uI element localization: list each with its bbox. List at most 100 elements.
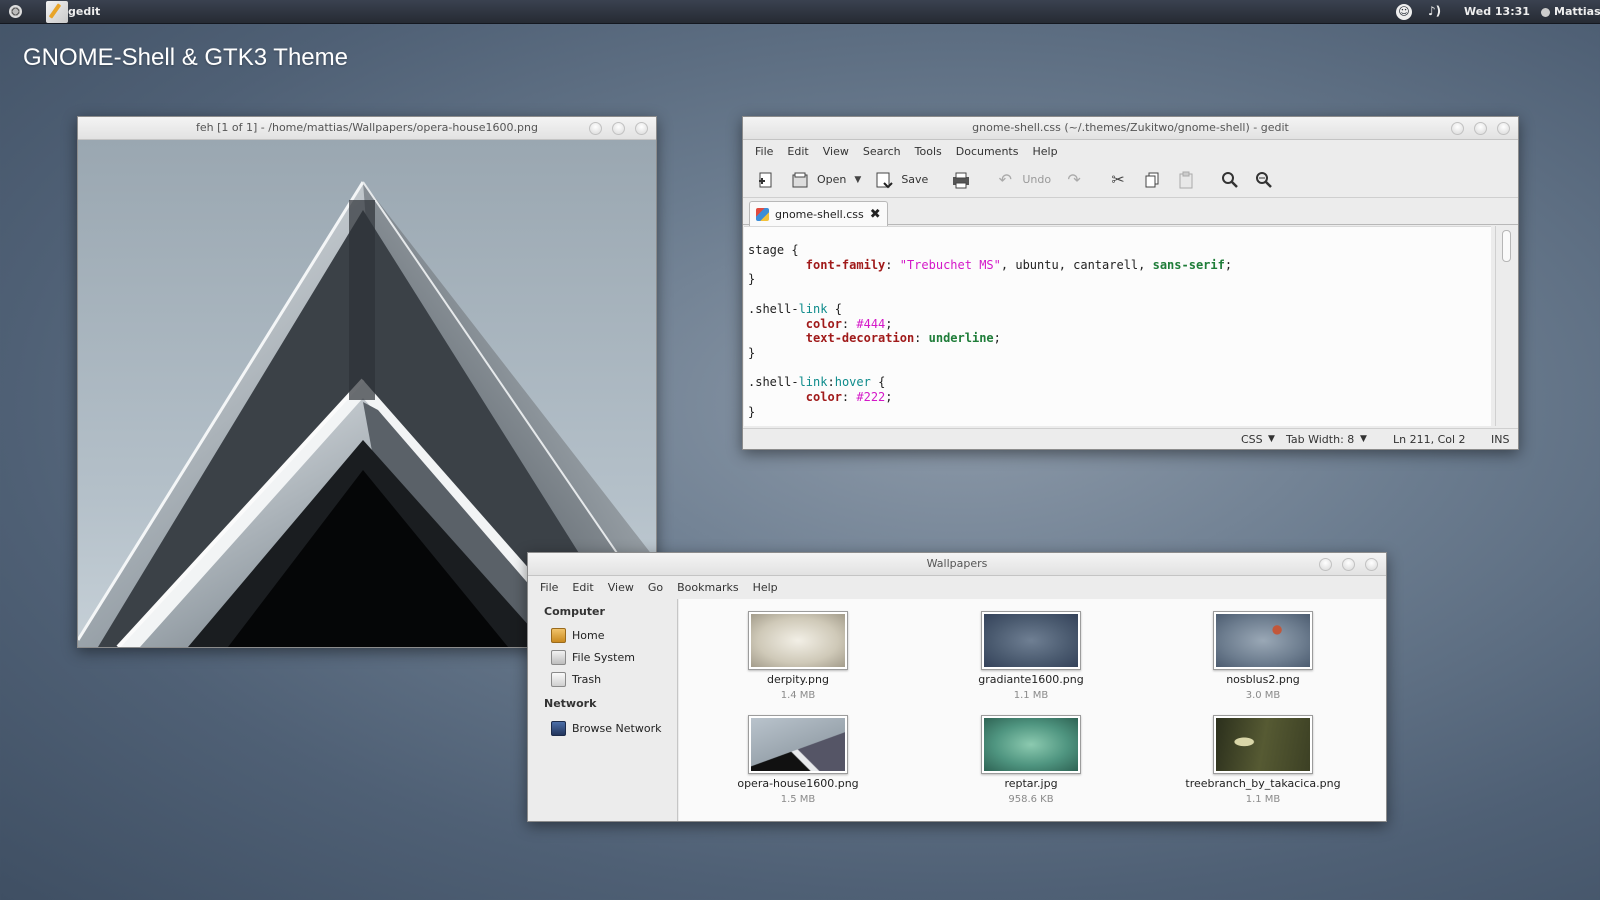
file-size: 1.4 MB [780, 690, 816, 701]
file-name: nosblus2.png [1226, 673, 1300, 686]
file-name: reptar.jpg [1004, 777, 1058, 790]
scrollbar-thumb[interactable] [1502, 230, 1511, 262]
open-label: Open [817, 173, 847, 186]
desktop-title: GNOME-Shell & GTK3 Theme [23, 44, 348, 71]
file-item[interactable]: opera-house1600.png 1.5 MB [698, 715, 898, 805]
file-thumbnail [748, 715, 848, 774]
app-menu-label[interactable]: gedit [68, 5, 100, 18]
new-document-button[interactable] [749, 165, 783, 195]
tab-label: gnome-shell.css [775, 207, 864, 221]
undo-button[interactable]: ↶ Undo [988, 165, 1057, 195]
tab-width-selector[interactable]: Tab Width: 8 [1286, 433, 1354, 446]
print-button[interactable] [944, 165, 978, 195]
find-replace-button[interactable] [1247, 165, 1281, 195]
file-item[interactable]: derpity.png 1.4 MB [698, 611, 898, 701]
sidebar-item-home[interactable]: Home [551, 628, 604, 643]
minimize-button[interactable] [1319, 558, 1332, 571]
editor-scrollbar[interactable] [1495, 226, 1516, 426]
user-menu[interactable]: Mattias [1554, 5, 1600, 18]
files-menubar: File Edit View Go Bookmarks Help [528, 576, 1386, 598]
sidebar-item-label: Browse Network [572, 722, 662, 735]
tab-width-dropdown-icon[interactable]: ▼ [1360, 434, 1367, 444]
feh-titlebar[interactable]: feh [1 of 1] - /home/mattias/Wallpapers/… [78, 117, 656, 140]
language-selector[interactable]: CSS [1241, 433, 1263, 446]
open-folder-icon [789, 169, 811, 191]
menu-help[interactable]: Help [746, 581, 785, 594]
trash-icon [551, 672, 566, 687]
code-line: font-family [805, 257, 886, 272]
close-button[interactable] [1497, 122, 1510, 135]
menu-view[interactable]: View [816, 145, 856, 158]
file-thumbnail [981, 715, 1081, 774]
undo-label: Undo [1022, 173, 1052, 186]
window-title: feh [1 of 1] - /home/mattias/Wallpapers/… [196, 121, 538, 134]
files-window: Wallpapers File Edit View Go Bookmarks H… [527, 552, 1387, 822]
search-replace-icon [1253, 169, 1275, 191]
find-button[interactable] [1213, 165, 1247, 195]
accessibility-icon[interactable]: ☺ [1396, 4, 1412, 20]
css-document-icon [756, 207, 769, 221]
volume-icon[interactable]: ♪) [1428, 4, 1441, 18]
gedit-app-icon[interactable] [46, 1, 68, 23]
sidebar-item-trash[interactable]: Trash [551, 672, 601, 687]
close-tab-icon[interactable]: ✖ [870, 207, 881, 222]
maximize-button[interactable] [612, 122, 625, 135]
maximize-button[interactable] [1342, 558, 1355, 571]
activities-icon[interactable] [9, 5, 22, 18]
menu-view[interactable]: View [601, 581, 641, 594]
open-button[interactable]: Open [783, 165, 852, 195]
insert-mode: INS [1491, 433, 1510, 446]
recent-files-dropdown-icon[interactable]: ▼ [852, 175, 867, 185]
menu-edit[interactable]: Edit [565, 581, 600, 594]
file-item[interactable]: treebranch_by_takacica.png 1.1 MB [1163, 715, 1363, 805]
close-button[interactable] [1365, 558, 1378, 571]
places-sidebar: Computer Home File System Trash Network … [528, 599, 678, 821]
close-button[interactable] [635, 122, 648, 135]
gedit-window: gnome-shell.css (~/.themes/Zukitwo/gnome… [742, 116, 1519, 450]
user-status-icon [1541, 8, 1550, 17]
menu-tools[interactable]: Tools [908, 145, 949, 158]
menu-help[interactable]: Help [1025, 145, 1064, 158]
sidebar-item-browse-network[interactable]: Browse Network [551, 721, 661, 736]
file-size: 1.1 MB [1245, 794, 1281, 805]
code-text: stage { font-family: "Trebuchet MS", ubu… [748, 243, 1233, 419]
code-line: stage { [748, 243, 799, 257]
network-icon [551, 721, 566, 736]
tab-gnome-shell-css[interactable]: gnome-shell.css ✖ [749, 201, 888, 226]
clock[interactable]: Wed 13:31 [1464, 5, 1530, 18]
printer-icon [950, 169, 972, 191]
search-icon [1219, 169, 1241, 191]
file-item[interactable]: gradiante1600.png 1.1 MB [931, 611, 1131, 701]
minimize-button[interactable] [1451, 122, 1464, 135]
menu-file[interactable]: File [748, 145, 780, 158]
file-name: treebranch_by_takacica.png [1185, 777, 1341, 790]
file-size: 958.6 KB [1008, 794, 1054, 805]
files-titlebar[interactable]: Wallpapers [528, 553, 1386, 576]
copy-button[interactable] [1135, 165, 1169, 195]
redo-button[interactable]: ↷ [1057, 165, 1091, 195]
menu-search[interactable]: Search [856, 145, 908, 158]
top-panel: gedit ☺ ♪) Wed 13:31 Mattias [0, 0, 1600, 24]
file-item[interactable]: nosblus2.png 3.0 MB [1163, 611, 1363, 701]
menu-file[interactable]: File [533, 581, 565, 594]
save-button[interactable]: Save [867, 165, 934, 195]
gedit-toolbar: Open ▼ Save ↶ Undo ↷ ✂ [743, 162, 1518, 198]
maximize-button[interactable] [1474, 122, 1487, 135]
file-thumbnail [1213, 715, 1313, 774]
sidebar-item-file-system[interactable]: File System [551, 650, 635, 665]
language-dropdown-icon[interactable]: ▼ [1268, 434, 1275, 444]
menu-bookmarks[interactable]: Bookmarks [670, 581, 745, 594]
minimize-button[interactable] [589, 122, 602, 135]
menu-documents[interactable]: Documents [949, 145, 1026, 158]
paste-button[interactable] [1169, 165, 1203, 195]
gedit-statusbar: CSS ▼ Tab Width: 8 ▼ Ln 211, Col 2 INS [743, 428, 1518, 449]
menu-go[interactable]: Go [641, 581, 670, 594]
code-editor[interactable]: stage { font-family: "Trebuchet MS", ubu… [744, 226, 1491, 426]
file-item[interactable]: reptar.jpg 958.6 KB [931, 715, 1131, 805]
gedit-titlebar[interactable]: gnome-shell.css (~/.themes/Zukitwo/gnome… [743, 117, 1518, 140]
menu-edit[interactable]: Edit [780, 145, 815, 158]
file-name: derpity.png [767, 673, 829, 686]
window-title: Wallpapers [926, 557, 988, 570]
clipboard-icon [1175, 169, 1197, 191]
cut-button[interactable]: ✂ [1101, 165, 1135, 195]
